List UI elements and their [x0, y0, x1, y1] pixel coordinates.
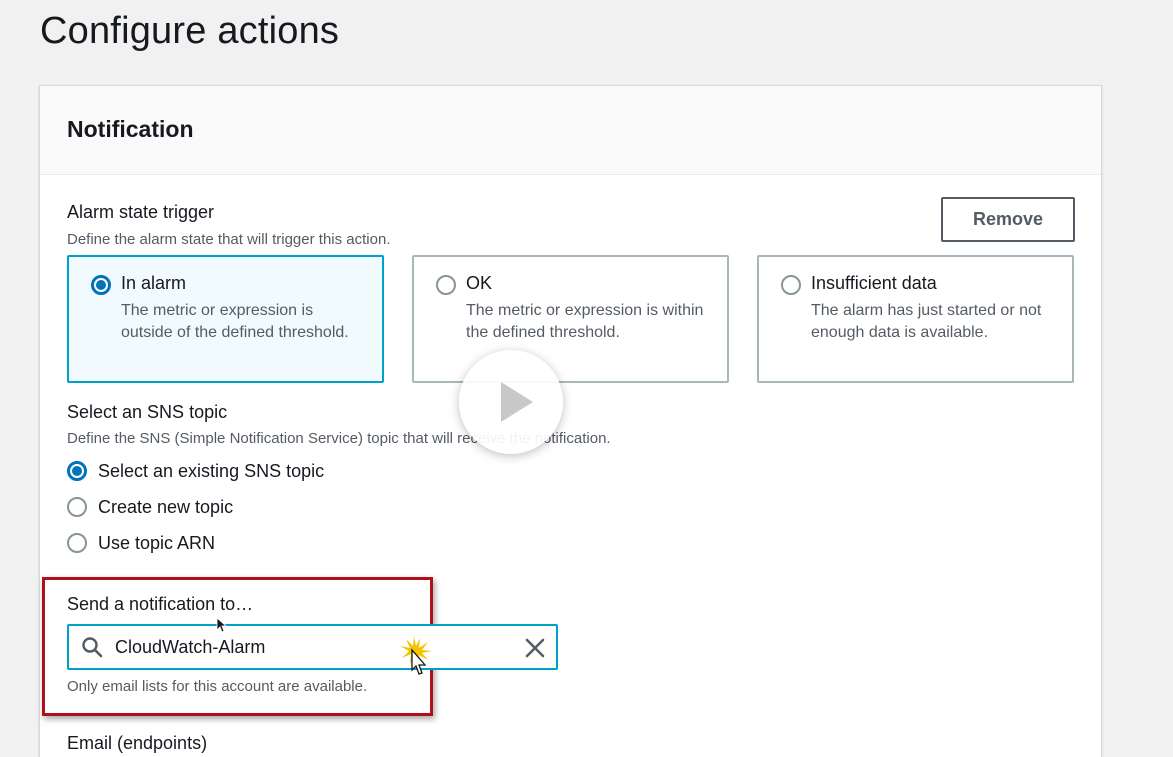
sns-topic-search[interactable]: [67, 624, 558, 670]
arrow-cursor-icon: [216, 617, 228, 633]
tile-in-alarm[interactable]: In alarm The metric or expression is out…: [67, 255, 384, 383]
radio-existing-topic[interactable]: [67, 461, 87, 481]
pointer-cursor-icon: [400, 636, 432, 675]
radio-insufficient-data[interactable]: [781, 275, 801, 295]
search-input[interactable]: [115, 636, 495, 658]
tile-title: Insufficient data: [811, 273, 937, 293]
alarm-state-trigger-label: Alarm state trigger: [67, 202, 215, 222]
radio-topic-arn[interactable]: [67, 533, 87, 553]
play-icon: [501, 382, 533, 422]
close-icon[interactable]: [524, 637, 546, 659]
alarm-state-trigger-description: Define the alarm state that will trigger…: [67, 231, 391, 248]
panel-header: Notification: [40, 86, 1101, 175]
tile-ok[interactable]: OK The metric or expression is within th…: [412, 255, 729, 383]
radio-in-alarm[interactable]: [91, 275, 111, 295]
tile-description: The metric or expression is within the d…: [466, 302, 704, 341]
search-icon: [82, 637, 103, 658]
option-label: Use topic ARN: [98, 532, 216, 553]
email-endpoints-label: Email (endpoints): [67, 733, 208, 753]
panel-title: Notification: [67, 116, 194, 142]
tile-title: In alarm: [121, 273, 187, 293]
tile-title: OK: [466, 273, 493, 293]
option-existing-topic[interactable]: Select an existing SNS topic: [67, 459, 324, 483]
radio-create-topic[interactable]: [67, 497, 87, 517]
notification-panel: Notification Alarm state trigger Define …: [39, 85, 1102, 757]
option-label: Select an existing SNS topic: [98, 460, 325, 481]
sns-topic-label: Select an SNS topic: [67, 402, 228, 422]
option-create-topic[interactable]: Create new topic: [67, 495, 233, 519]
remove-button[interactable]: Remove: [941, 197, 1075, 242]
radio-ok[interactable]: [436, 275, 456, 295]
page-title: Configure actions: [40, 10, 340, 52]
tile-insufficient-data[interactable]: Insufficient data The alarm has just sta…: [757, 255, 1074, 383]
video-play-button[interactable]: [459, 350, 563, 454]
send-notification-label: Send a notification to…: [67, 594, 254, 614]
option-label: Create new topic: [98, 496, 234, 517]
tile-description: The metric or expression is outside of t…: [121, 302, 349, 341]
send-notification-hint: Only email lists for this account are av…: [67, 678, 368, 695]
option-topic-arn[interactable]: Use topic ARN: [67, 531, 215, 555]
tile-description: The alarm has just started or not enough…: [811, 302, 1042, 341]
